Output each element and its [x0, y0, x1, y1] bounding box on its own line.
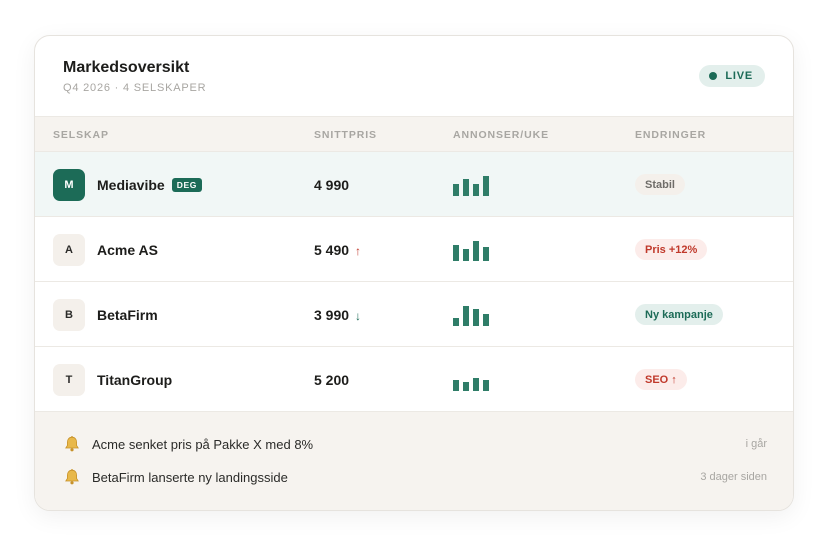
- ads-bar: [453, 245, 459, 261]
- price-value: 5 490: [314, 242, 350, 258]
- company-name: BetaFirm: [97, 307, 158, 323]
- ads-bar: [483, 314, 489, 326]
- ads-bar: [463, 306, 469, 326]
- notification-time: 3 dager siden: [700, 471, 767, 483]
- company-avatar: M: [53, 169, 85, 201]
- ads-bar: [453, 380, 459, 391]
- ads-bar: [463, 382, 469, 391]
- company-name-cell: Mediavibe DEG: [97, 177, 202, 193]
- market-overview-card: Markedsoversikt Q4 2026 · 4 SELSKAPER LI…: [34, 35, 794, 511]
- company-avatar: A: [53, 234, 85, 266]
- company-name: Acme AS: [97, 242, 158, 258]
- arrow-down-icon: ↓: [355, 309, 362, 323]
- page-title: Markedsoversikt: [63, 59, 190, 76]
- ads-sparkline: [453, 306, 489, 326]
- price-cell: 3 990 ↓: [314, 307, 361, 323]
- price-cell: 5 200: [314, 372, 349, 388]
- ads-bar: [453, 184, 459, 196]
- ads-bar: [483, 247, 489, 261]
- bell-icon: [65, 469, 79, 485]
- card-header: Markedsoversikt Q4 2026 · 4 SELSKAPER LI…: [35, 36, 793, 116]
- change-pill: SEO ↑: [635, 369, 687, 390]
- price-value: 5 200: [314, 372, 350, 388]
- arrow-up-icon: ↑: [355, 244, 362, 258]
- column-header-ads[interactable]: ANNONSER/UKE: [453, 129, 549, 141]
- notification-item[interactable]: Acme senket pris på Pakke X med 8% i går: [63, 435, 767, 455]
- company-name-cell: Acme AS: [97, 242, 158, 258]
- table-row[interactable]: M Mediavibe DEG 4 990 Stabil: [35, 152, 793, 217]
- column-header-price[interactable]: SNITTPRIS: [314, 129, 377, 141]
- ads-bar: [473, 184, 479, 196]
- change-pill: Stabil: [635, 174, 685, 195]
- ads-bar: [463, 249, 469, 261]
- company-avatar: T: [53, 364, 85, 396]
- ads-sparkline: [453, 176, 489, 196]
- table-header: SELSKAP SNITTPRIS ANNONSER/UKE ENDRINGER: [35, 116, 793, 152]
- table-row[interactable]: A Acme AS 5 490 ↑ Pris +12%: [35, 217, 793, 282]
- change-pill: Ny kampanje: [635, 304, 723, 325]
- ads-bar: [453, 318, 459, 326]
- table-row[interactable]: B BetaFirm 3 990 ↓ Ny kampanje: [35, 282, 793, 347]
- ads-sparkline: [453, 371, 489, 391]
- column-header-changes[interactable]: ENDRINGER: [635, 129, 706, 141]
- company-name: TitanGroup: [97, 372, 173, 388]
- notification-text: BetaFirm lanserte ny landingsside: [92, 470, 288, 485]
- ads-bar: [483, 176, 489, 196]
- ads-bar: [473, 309, 479, 326]
- notification-item[interactable]: BetaFirm lanserte ny landingsside 3 dage…: [63, 468, 767, 488]
- price-cell: 4 990: [314, 177, 349, 193]
- bell-icon: [65, 436, 79, 452]
- ads-bar: [473, 241, 479, 261]
- price-cell: 5 490 ↑: [314, 242, 361, 258]
- company-name: Mediavibe: [97, 177, 165, 193]
- page-subtitle: Q4 2026 · 4 SELSKAPER: [63, 82, 207, 94]
- company-name-cell: BetaFirm: [97, 307, 158, 323]
- price-value: 4 990: [314, 177, 350, 193]
- live-dot-icon: [709, 72, 718, 80]
- ads-bar: [463, 179, 469, 196]
- notifications-panel: Acme senket pris på Pakke X med 8% i går…: [35, 412, 793, 510]
- change-pill: Pris +12%: [635, 239, 708, 260]
- ads-bar: [473, 378, 479, 391]
- live-badge: LIVE: [699, 65, 765, 87]
- column-header-company[interactable]: SELSKAP: [53, 129, 109, 141]
- ads-bar: [483, 380, 489, 391]
- notification-time: i går: [745, 438, 767, 450]
- live-label: LIVE: [725, 70, 753, 82]
- table-row[interactable]: T TitanGroup 5 200 SEO ↑: [35, 347, 793, 412]
- company-avatar: B: [53, 299, 85, 331]
- ads-sparkline: [453, 241, 489, 261]
- company-name-cell: TitanGroup: [97, 372, 172, 388]
- price-value: 3 990: [314, 307, 350, 323]
- you-badge: DEG: [171, 178, 202, 192]
- notification-text: Acme senket pris på Pakke X med 8%: [92, 437, 314, 452]
